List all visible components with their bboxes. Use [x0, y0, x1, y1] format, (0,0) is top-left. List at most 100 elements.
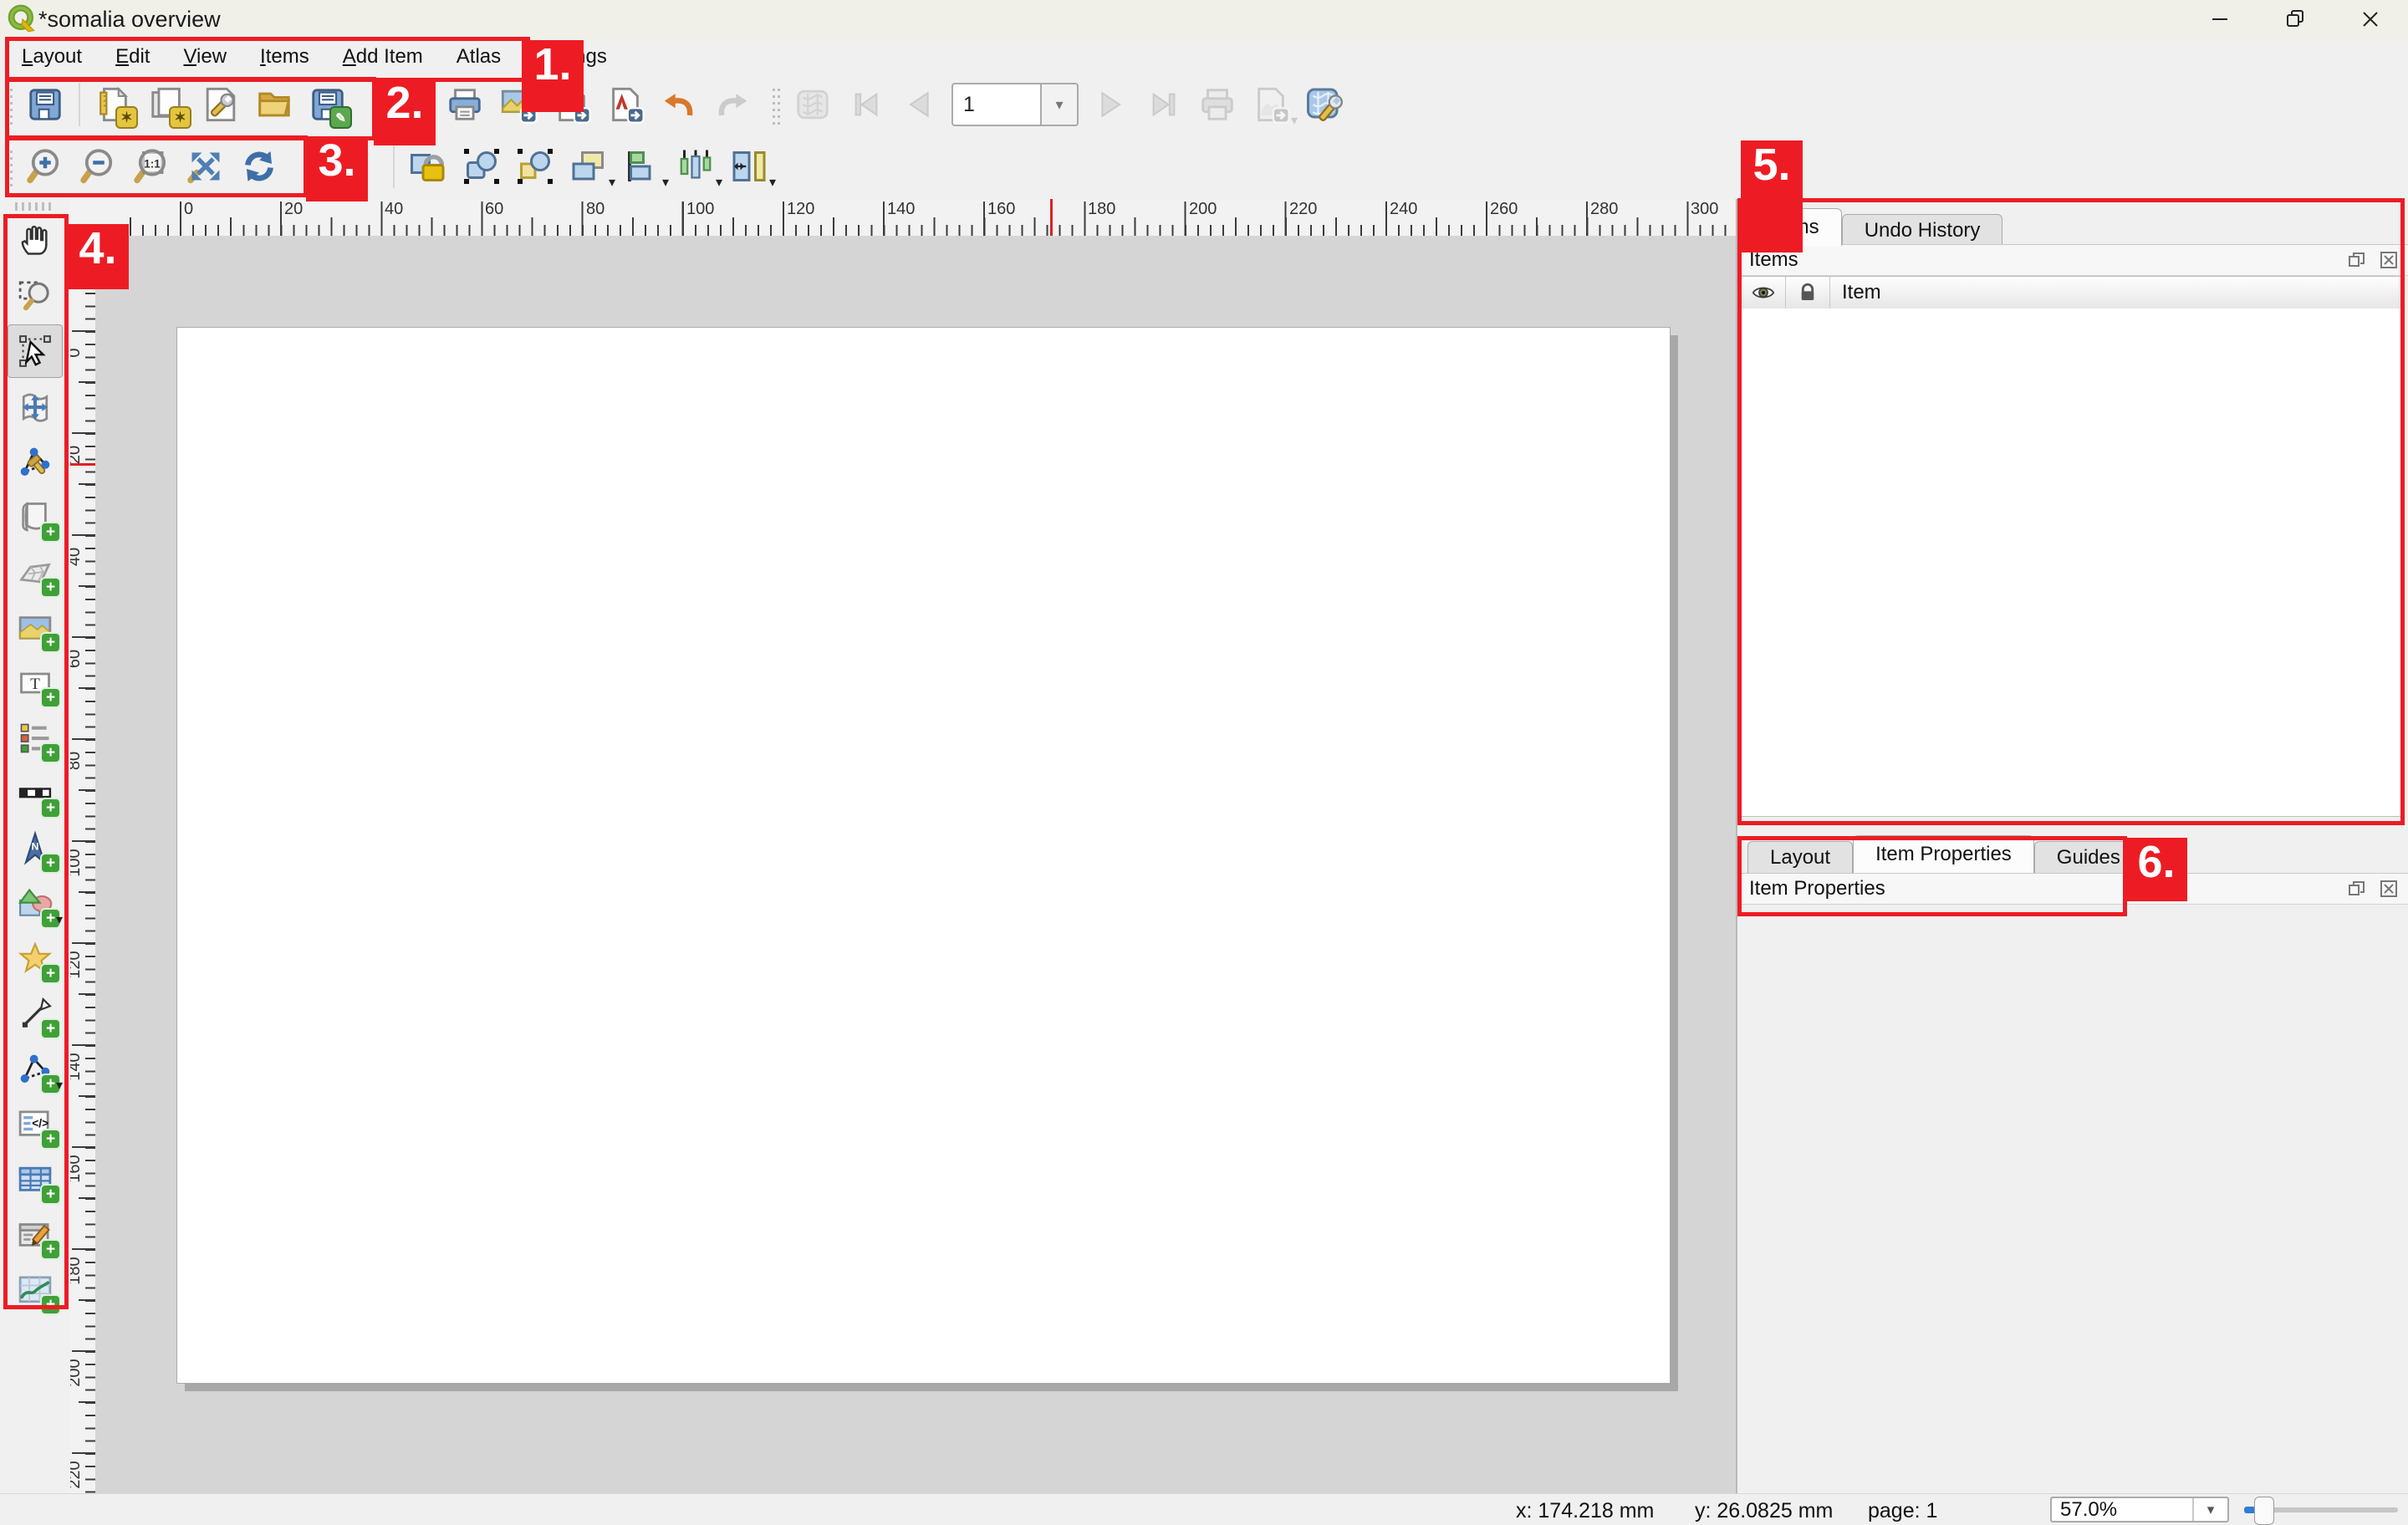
- tab-layout[interactable]: Layout: [1747, 841, 1854, 873]
- export-pdf-button[interactable]: [599, 79, 651, 130]
- select-move-item-tool-button[interactable]: [8, 324, 63, 378]
- zoom-region-tool-button[interactable]: [8, 269, 62, 321]
- export-atlas-button[interactable]: [1245, 79, 1297, 130]
- menu-item[interactable]: Edit: [99, 40, 166, 74]
- qgis-logo-icon: [7, 4, 37, 38]
- add-map-tool-button[interactable]: [8, 547, 62, 599]
- group-items-button[interactable]: [456, 140, 508, 192]
- first-feature-button[interactable]: [840, 79, 892, 130]
- print-atlas-button[interactable]: [1191, 79, 1243, 130]
- add-marker-tool-button[interactable]: [8, 933, 62, 985]
- minimize-button[interactable]: [2182, 0, 2258, 38]
- open-layout-button[interactable]: [248, 79, 300, 130]
- zoom-level-combo[interactable]: 57.0%: [2050, 1497, 2229, 1522]
- layout-canvas[interactable]: [95, 236, 1736, 1493]
- close-panel-icon[interactable]: [2376, 247, 2401, 273]
- horizontal-ruler: 0 20 40 60 80 100 120 140 160 180 200 220 240 260 280 3…: [70, 199, 1736, 237]
- page-readout: page: 1: [1868, 1499, 1938, 1522]
- items-list[interactable]: [1741, 309, 2403, 817]
- zoom-out-button[interactable]: [73, 140, 125, 192]
- save-layout-button[interactable]: [19, 79, 71, 130]
- zoom-level-value[interactable]: 57.0%: [2052, 1498, 2192, 1521]
- add-picture-tool-button[interactable]: [8, 602, 62, 654]
- zoom-full-button[interactable]: [180, 140, 232, 192]
- raise-items-dropdown-icon[interactable]: [609, 174, 615, 191]
- add-arrow-tool-button[interactable]: [8, 988, 62, 1040]
- menu-item[interactable]: View: [166, 40, 243, 74]
- add-scalebar-tool-button[interactable]: [8, 768, 62, 819]
- atlas-page-combo[interactable]: 1: [951, 83, 1079, 126]
- export-atlas-dropdown-icon[interactable]: [1291, 112, 1298, 129]
- zoom-in-button[interactable]: [19, 140, 71, 192]
- float-panel-icon[interactable]: [2344, 247, 2370, 273]
- add-elevation-profile-tool-button[interactable]: [8, 1264, 62, 1316]
- resize-items-button[interactable]: [723, 140, 775, 192]
- zoom-slider[interactable]: [2244, 1494, 2398, 1525]
- undo-button[interactable]: [653, 79, 705, 130]
- print-layout-button[interactable]: [439, 79, 491, 130]
- layout-page[interactable]: [176, 327, 1671, 1384]
- vertical-ruler: 020406080100120140160180200220: [70, 236, 96, 1493]
- tab-guides[interactable]: Guides: [2033, 841, 2143, 873]
- add-page-tool-button[interactable]: [8, 492, 62, 543]
- menu-item[interactable]: Items: [243, 40, 326, 74]
- distribute-items-dropdown-icon[interactable]: [716, 174, 722, 191]
- export-svg-button[interactable]: [546, 79, 598, 130]
- add-node-item-dropdown-icon[interactable]: [56, 1077, 63, 1094]
- zoom-actual-size-button[interactable]: 1:1: [126, 140, 178, 192]
- new-layout-button[interactable]: [88, 79, 140, 130]
- move-item-content-tool-button[interactable]: [8, 381, 62, 433]
- ruler-label: 220: [1289, 200, 1318, 218]
- add-fixed-table-tool-button[interactable]: [8, 1209, 62, 1261]
- menu-item[interactable]: Add Item: [326, 40, 440, 74]
- menu-item[interactable]: Atlas: [440, 40, 518, 74]
- align-items-dropdown-icon[interactable]: [662, 174, 669, 191]
- restore-button[interactable]: [2258, 0, 2333, 38]
- atlas-page-dropdown-icon[interactable]: [1040, 83, 1079, 126]
- zoom-slider-handle[interactable]: [2254, 1497, 2274, 1525]
- add-label-tool-button[interactable]: T: [8, 657, 62, 709]
- close-button[interactable]: [2333, 0, 2408, 38]
- float-panel-icon[interactable]: [2344, 876, 2370, 901]
- menu-item[interactable]: Layout: [5, 40, 99, 74]
- menu-item[interactable]: Settings: [518, 40, 624, 74]
- next-feature-button[interactable]: [1084, 79, 1136, 130]
- toolbar-grip[interactable]: [3, 84, 15, 125]
- previous-feature-button[interactable]: [894, 79, 946, 130]
- ungroup-items-button[interactable]: [509, 140, 561, 192]
- layout-manager-button[interactable]: [195, 79, 247, 130]
- redo-button[interactable]: [707, 79, 758, 130]
- add-shape-tool-button[interactable]: [8, 878, 62, 930]
- atlas-page-value[interactable]: 1: [951, 83, 1040, 126]
- distribute-items-button[interactable]: [670, 140, 722, 192]
- duplicate-layout-button[interactable]: [141, 79, 193, 130]
- visibility-column-eye-icon: [1742, 277, 1786, 309]
- last-feature-button[interactable]: [1138, 79, 1190, 130]
- add-legend-tool-button[interactable]: [8, 712, 62, 764]
- add-node-item-tool-button[interactable]: [8, 1043, 62, 1095]
- refresh-view-button[interactable]: [233, 140, 285, 192]
- tab-item-properties[interactable]: Item Properties: [1853, 835, 2034, 873]
- zoom-combo-dropdown-icon[interactable]: [2192, 1498, 2227, 1521]
- atlas-settings-button[interactable]: [1298, 79, 1350, 130]
- resize-items-dropdown-icon[interactable]: [769, 174, 776, 191]
- export-image-button[interactable]: [492, 79, 544, 130]
- ruler-label: 200: [1189, 200, 1217, 218]
- align-items-button[interactable]: [616, 140, 668, 192]
- raise-items-button[interactable]: [563, 140, 615, 192]
- close-panel-icon[interactable]: [2376, 876, 2401, 901]
- save-as-template-button[interactable]: [302, 79, 354, 130]
- add-attribute-table-tool-button[interactable]: [8, 1154, 62, 1206]
- add-north-arrow-tool-button[interactable]: N: [8, 823, 62, 875]
- edit-nodes-item-tool-button[interactable]: [8, 436, 62, 488]
- pan-layout-tool-button[interactable]: [8, 214, 62, 266]
- tab-items[interactable]: Items: [1747, 208, 1842, 246]
- toolbar-grip[interactable]: [3, 146, 15, 186]
- preview-atlas-button[interactable]: [787, 79, 839, 130]
- tab-undo-history[interactable]: Undo History: [1841, 214, 2003, 246]
- lock-items-button[interactable]: [402, 140, 454, 192]
- add-html-tool-button[interactable]: </>: [8, 1099, 62, 1150]
- add-shape-dropdown-icon[interactable]: [56, 911, 63, 928]
- toolbar-grip[interactable]: [771, 84, 783, 125]
- toolbox-grip[interactable]: [15, 202, 55, 211]
